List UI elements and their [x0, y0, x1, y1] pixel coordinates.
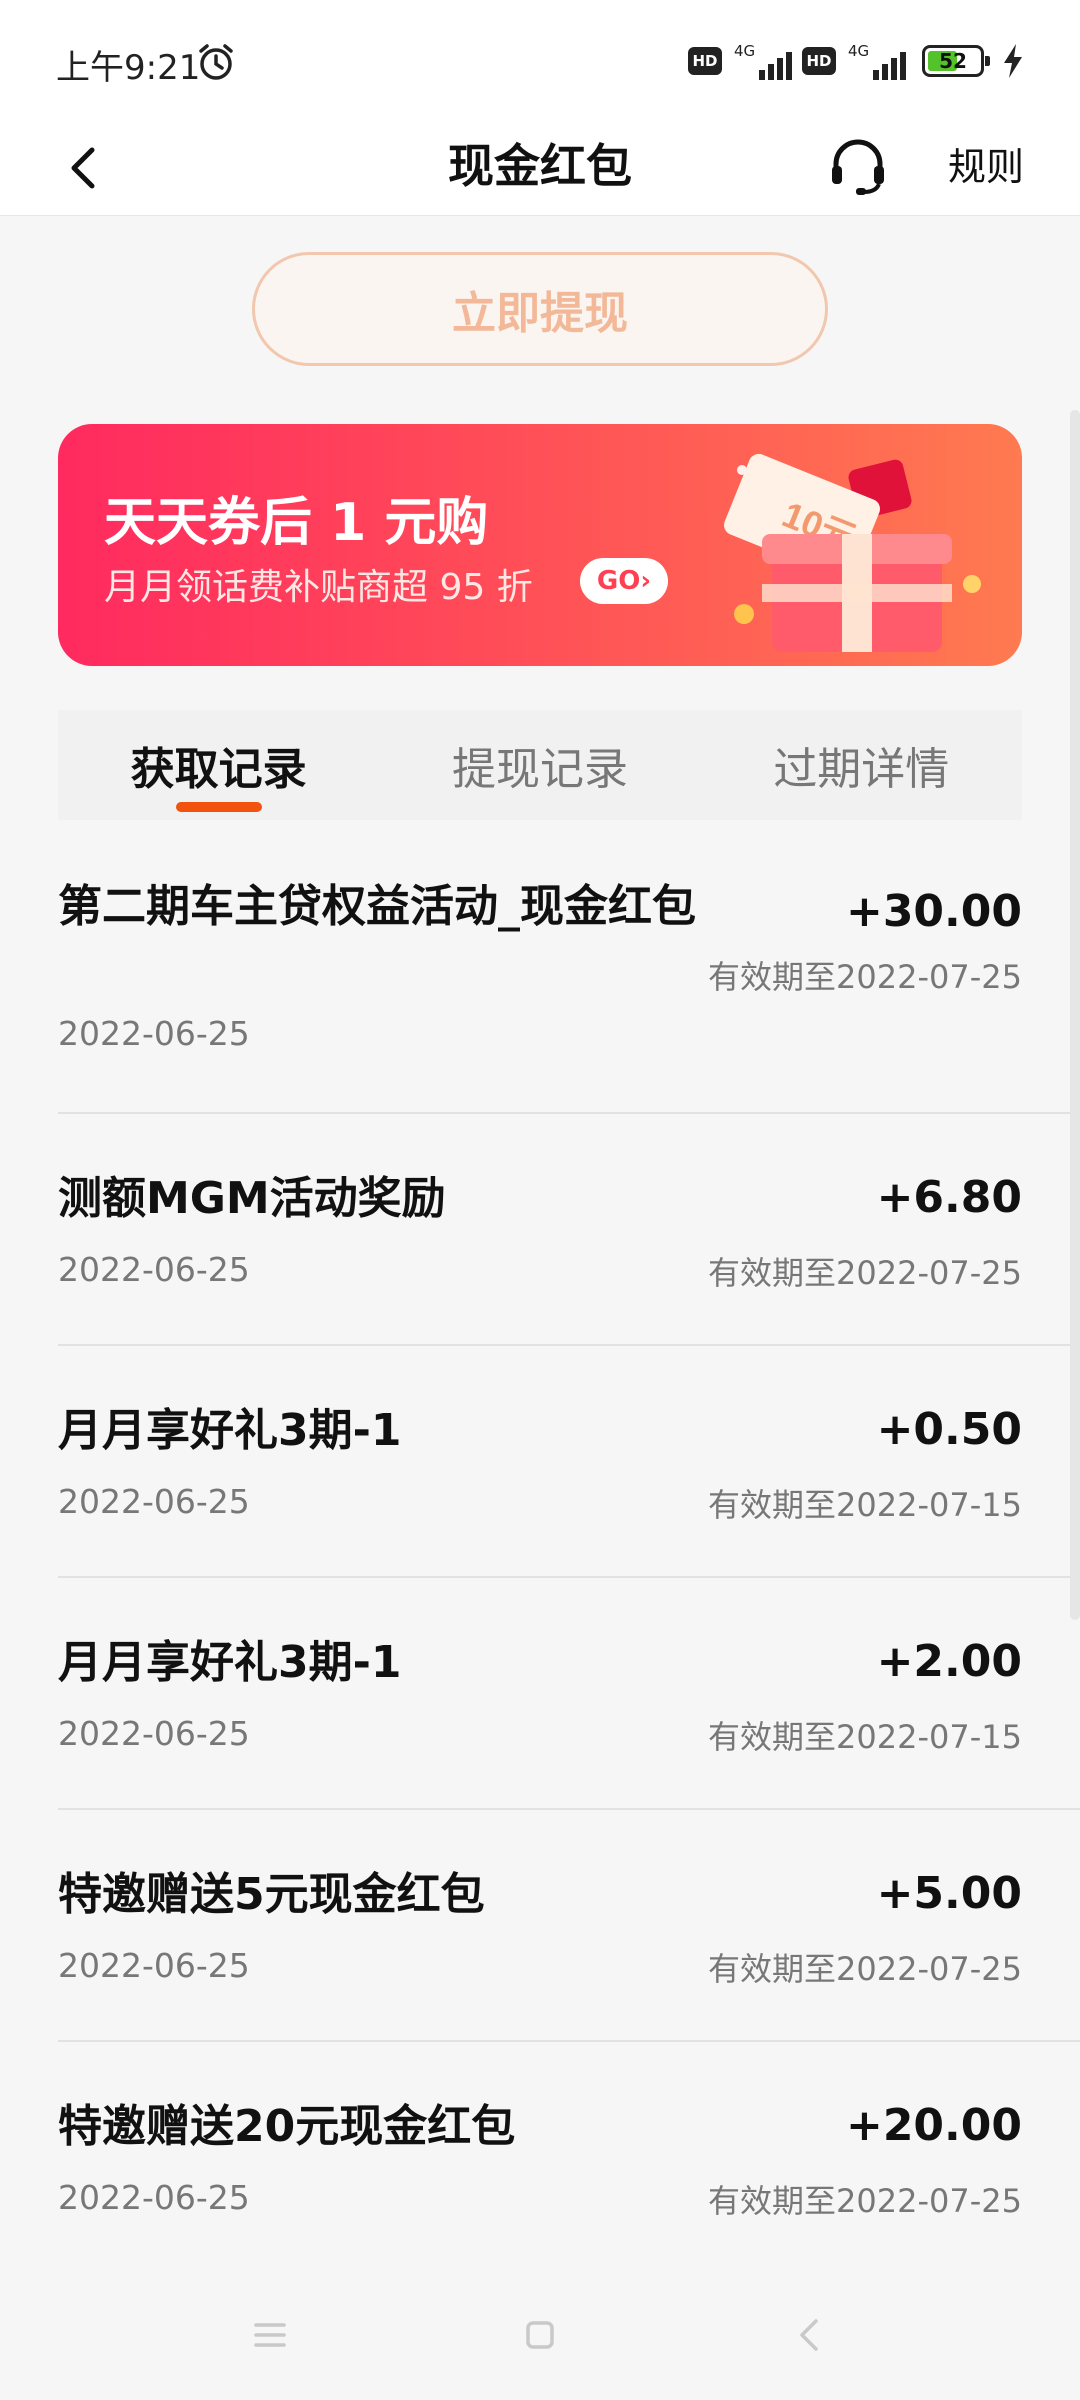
- record-amount: +0.50: [876, 1404, 1022, 1455]
- record-title: 特邀赠送20元现金红包: [58, 2101, 516, 2152]
- status-bar: 上午9:21 HD 4G HD 4G 52: [0, 0, 1080, 120]
- record-amount: +5.00: [876, 1868, 1022, 1919]
- list-item[interactable]: 特邀赠送5元现金红包 2022-06-25 +5.00 有效期至2022-07-…: [58, 1810, 1080, 2042]
- withdraw-now-button[interactable]: 立即提现: [252, 252, 828, 366]
- signal-icon: 4G: [846, 42, 906, 80]
- list-item[interactable]: 第二期车主贷权益活动_现金红包 2022-06-25 +30.00 有效期至20…: [58, 824, 1080, 1114]
- banner-subtitle: 月月领话费补贴商超 95 折: [104, 567, 533, 608]
- record-expiry: 有效期至2022-07-15: [708, 1718, 1022, 1756]
- record-expiry: 有效期至2022-07-25: [708, 958, 1022, 996]
- headset-icon[interactable]: [826, 134, 890, 198]
- record-expiry: 有效期至2022-07-25: [708, 2182, 1022, 2220]
- chevron-right-icon: ›: [640, 566, 652, 596]
- network-label: 4G: [848, 42, 870, 60]
- network-label: 4G: [734, 42, 756, 60]
- record-date: 2022-06-25: [58, 1946, 250, 1985]
- record-date: 2022-06-25: [58, 1714, 250, 1753]
- records-list: 第二期车主贷权益活动_现金红包 2022-06-25 +30.00 有效期至20…: [0, 824, 1080, 2274]
- record-title: 特邀赠送5元现金红包: [58, 1869, 485, 1920]
- record-title: 测额MGM活动奖励: [58, 1173, 446, 1224]
- record-date: 2022-06-25: [58, 1250, 250, 1289]
- signal-icon: 4G: [732, 42, 792, 80]
- record-title: 月月享好礼3期-1: [58, 1405, 402, 1456]
- charging-bolt-icon: [1004, 44, 1022, 78]
- menu-icon[interactable]: [250, 2315, 290, 2355]
- tab-expiry-details[interactable]: 过期详情: [701, 710, 1022, 820]
- gift-box-illustration: 10元: [724, 453, 981, 652]
- record-expiry: 有效期至2022-07-25: [708, 1950, 1022, 1988]
- back-icon[interactable]: [790, 2315, 830, 2355]
- record-amount: +2.00: [876, 1636, 1022, 1687]
- record-title: 第二期车主贷权益活动_现金红包: [58, 881, 696, 932]
- home-icon[interactable]: [520, 2315, 560, 2355]
- hd-icon: HD: [688, 47, 722, 75]
- banner-title: 天天券后 1 元购: [104, 493, 489, 553]
- battery-level: 52: [939, 49, 967, 73]
- back-arrow-icon[interactable]: [60, 142, 112, 194]
- record-amount: +20.00: [845, 2100, 1022, 2151]
- page-title: 现金红包: [448, 139, 632, 193]
- status-time: 上午9:21: [56, 48, 201, 88]
- list-item[interactable]: 月月享好礼3期-1 2022-06-25 +2.00 有效期至2022-07-1…: [58, 1578, 1080, 1810]
- record-expiry: 有效期至2022-07-15: [708, 1486, 1022, 1524]
- record-title: 月月享好礼3期-1: [58, 1637, 402, 1688]
- tab-withdraw-records[interactable]: 提现记录: [379, 710, 700, 820]
- alarm-icon: [199, 44, 233, 80]
- list-item[interactable]: 特邀赠送20元现金红包 2022-06-25 +20.00 有效期至2022-0…: [58, 2042, 1080, 2274]
- rules-link[interactable]: 规则: [948, 136, 1024, 191]
- top-app-bar: 现金红包 规则: [0, 120, 1080, 216]
- record-date: 2022-06-25: [58, 1482, 250, 1521]
- hd-icon: HD: [802, 47, 836, 75]
- scrollbar[interactable]: [1070, 410, 1080, 1620]
- record-expiry: 有效期至2022-07-25: [708, 1254, 1022, 1292]
- go-label: GO: [596, 566, 641, 596]
- promo-banner[interactable]: 天天券后 1 元购 月月领话费补贴商超 95 折 GO › 10元: [58, 424, 1022, 666]
- tab-obtain-records[interactable]: 获取记录: [58, 710, 379, 820]
- banner-go-button[interactable]: GO ›: [580, 558, 668, 604]
- record-date: 2022-06-25: [58, 2178, 250, 2217]
- status-indicators: HD 4G HD 4G 52: [688, 42, 1024, 80]
- battery-icon: 52: [922, 45, 990, 77]
- record-amount: +30.00: [845, 886, 1022, 937]
- record-tabs: 获取记录 提现记录 过期详情: [58, 710, 1022, 820]
- system-nav-bar: [0, 2270, 1080, 2400]
- list-item[interactable]: 测额MGM活动奖励 2022-06-25 +6.80 有效期至2022-07-2…: [58, 1114, 1080, 1346]
- record-amount: +6.80: [876, 1172, 1022, 1223]
- list-item[interactable]: 月月享好礼3期-1 2022-06-25 +0.50 有效期至2022-07-1…: [58, 1346, 1080, 1578]
- record-date: 2022-06-25: [58, 1014, 250, 1053]
